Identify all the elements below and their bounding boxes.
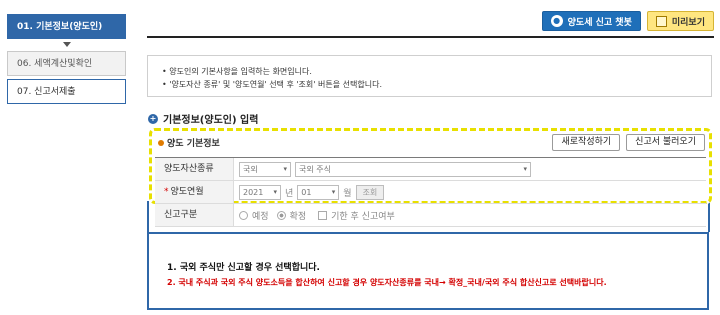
panel-title-text: 양도 기본정보 bbox=[167, 139, 220, 149]
top-toolbar: ● 양도세 신고 챗봇 미리보기 bbox=[541, 11, 714, 31]
basic-info-form: 양도자산종류 국외 ▾ 국외 주식 ▾ * 양도연월 2021 ▾ 년 01 ▾… bbox=[155, 157, 706, 227]
year-select[interactable]: 2021 ▾ bbox=[239, 184, 281, 200]
preview-label: 미리보기 bbox=[671, 17, 705, 28]
notice-line-2: • '양도자산 종류' 및 '양도연월' 선택 후 '조회' 버튼을 선택합니다… bbox=[162, 80, 382, 89]
chevron-down-icon bbox=[7, 39, 126, 51]
bullet-icon bbox=[158, 139, 164, 146]
chevron-down-icon: ▾ bbox=[283, 164, 287, 173]
form-row-asset-type: 양도자산종류 국외 ▾ 국외 주식 ▾ bbox=[155, 158, 706, 181]
radio-scheduled[interactable] bbox=[239, 210, 248, 220]
chevron-down-icon: ▾ bbox=[273, 187, 277, 196]
panel-title: 양도 기본정보 bbox=[158, 136, 220, 149]
date-label: * 양도연월 bbox=[155, 181, 234, 203]
section-title-text: 기본정보(양도인) 입력 bbox=[163, 115, 259, 126]
required-mark: * bbox=[164, 187, 169, 197]
new-report-button[interactable]: 새로작성하기 bbox=[552, 134, 621, 151]
step-submit-report[interactable]: 07. 신고서제출 bbox=[7, 79, 126, 104]
month-select[interactable]: 01 ▾ bbox=[297, 184, 340, 200]
late-report-label: 기한 후 신고여부 bbox=[331, 211, 395, 222]
plus-circle-icon: + bbox=[148, 113, 158, 124]
asset-region-select[interactable]: 국외 ▾ bbox=[239, 161, 291, 177]
lookup-button[interactable]: 조회 bbox=[355, 184, 385, 200]
asset-kind-select[interactable]: 국외 주식 ▾ bbox=[295, 161, 531, 177]
preview-button[interactable]: 미리보기 bbox=[646, 11, 714, 31]
document-icon bbox=[655, 15, 667, 27]
late-report-checkbox[interactable] bbox=[318, 210, 328, 220]
chat-icon: ● bbox=[550, 15, 563, 27]
asset-kind-value: 국외 주식 bbox=[299, 164, 331, 174]
year-unit: 년 bbox=[285, 188, 294, 199]
step-navigation: 01. 기본정보(양도인) 06. 세액계산및확인 07. 신고서제출 bbox=[7, 14, 126, 104]
guide-line-2: 2. 국내 주식과 국외 주식 양도소득을 합산하여 신고할 경우 양도자산종류… bbox=[167, 278, 607, 287]
basic-info-panel: 양도 기본정보 새로작성하기 신고서 불러오기 양도자산종류 국외 ▾ 국외 주… bbox=[149, 128, 712, 227]
step-tax-calculation[interactable]: 06. 세액계산및확인 bbox=[7, 51, 126, 76]
header-divider bbox=[147, 36, 714, 38]
panel-actions: 새로작성하기 신고서 불러오기 bbox=[552, 134, 705, 151]
load-report-button[interactable]: 신고서 불러오기 bbox=[626, 134, 705, 151]
form-row-date: * 양도연월 2021 ▾ 년 01 ▾ 월 조회 bbox=[155, 181, 706, 204]
radio-final-label: 확정 bbox=[289, 211, 307, 222]
notice-line-1: • 양도인의 기본사항을 입력하는 화면입니다. bbox=[162, 67, 312, 76]
year-value: 2021 bbox=[243, 187, 264, 197]
asset-type-label: 양도자산종류 bbox=[155, 158, 234, 180]
form-row-report-type: 신고구분 예정 확정 기한 후 신고여부 bbox=[155, 204, 706, 227]
section-title: + 기본정보(양도인) 입력 bbox=[148, 111, 258, 126]
chatbot-label: 양도세 신고 챗봇 bbox=[567, 17, 632, 28]
step-basic-info[interactable]: 01. 기본정보(양도인) bbox=[7, 14, 126, 39]
asset-region-value: 국외 bbox=[243, 164, 258, 174]
radio-final[interactable] bbox=[276, 210, 286, 220]
guide-box: 1. 국외 주식만 신고할 경우 선택합니다. 2. 국내 주식과 국외 주식 … bbox=[147, 232, 709, 310]
radio-scheduled-label: 예정 bbox=[252, 211, 269, 222]
month-unit: 월 bbox=[343, 188, 352, 199]
guide-line-1: 1. 국외 주식만 신고할 경우 선택합니다. bbox=[167, 263, 320, 273]
date-label-text: 양도연월 bbox=[170, 187, 204, 197]
notice-box: • 양도인의 기본사항을 입력하는 화면입니다. • '양도자산 종류' 및 '… bbox=[147, 55, 712, 97]
chatbot-button[interactable]: ● 양도세 신고 챗봇 bbox=[541, 11, 641, 31]
report-type-label: 신고구분 bbox=[155, 204, 234, 226]
chevron-down-icon: ▾ bbox=[523, 164, 527, 173]
chevron-down-icon: ▾ bbox=[331, 187, 336, 196]
month-value: 01 bbox=[301, 187, 312, 197]
